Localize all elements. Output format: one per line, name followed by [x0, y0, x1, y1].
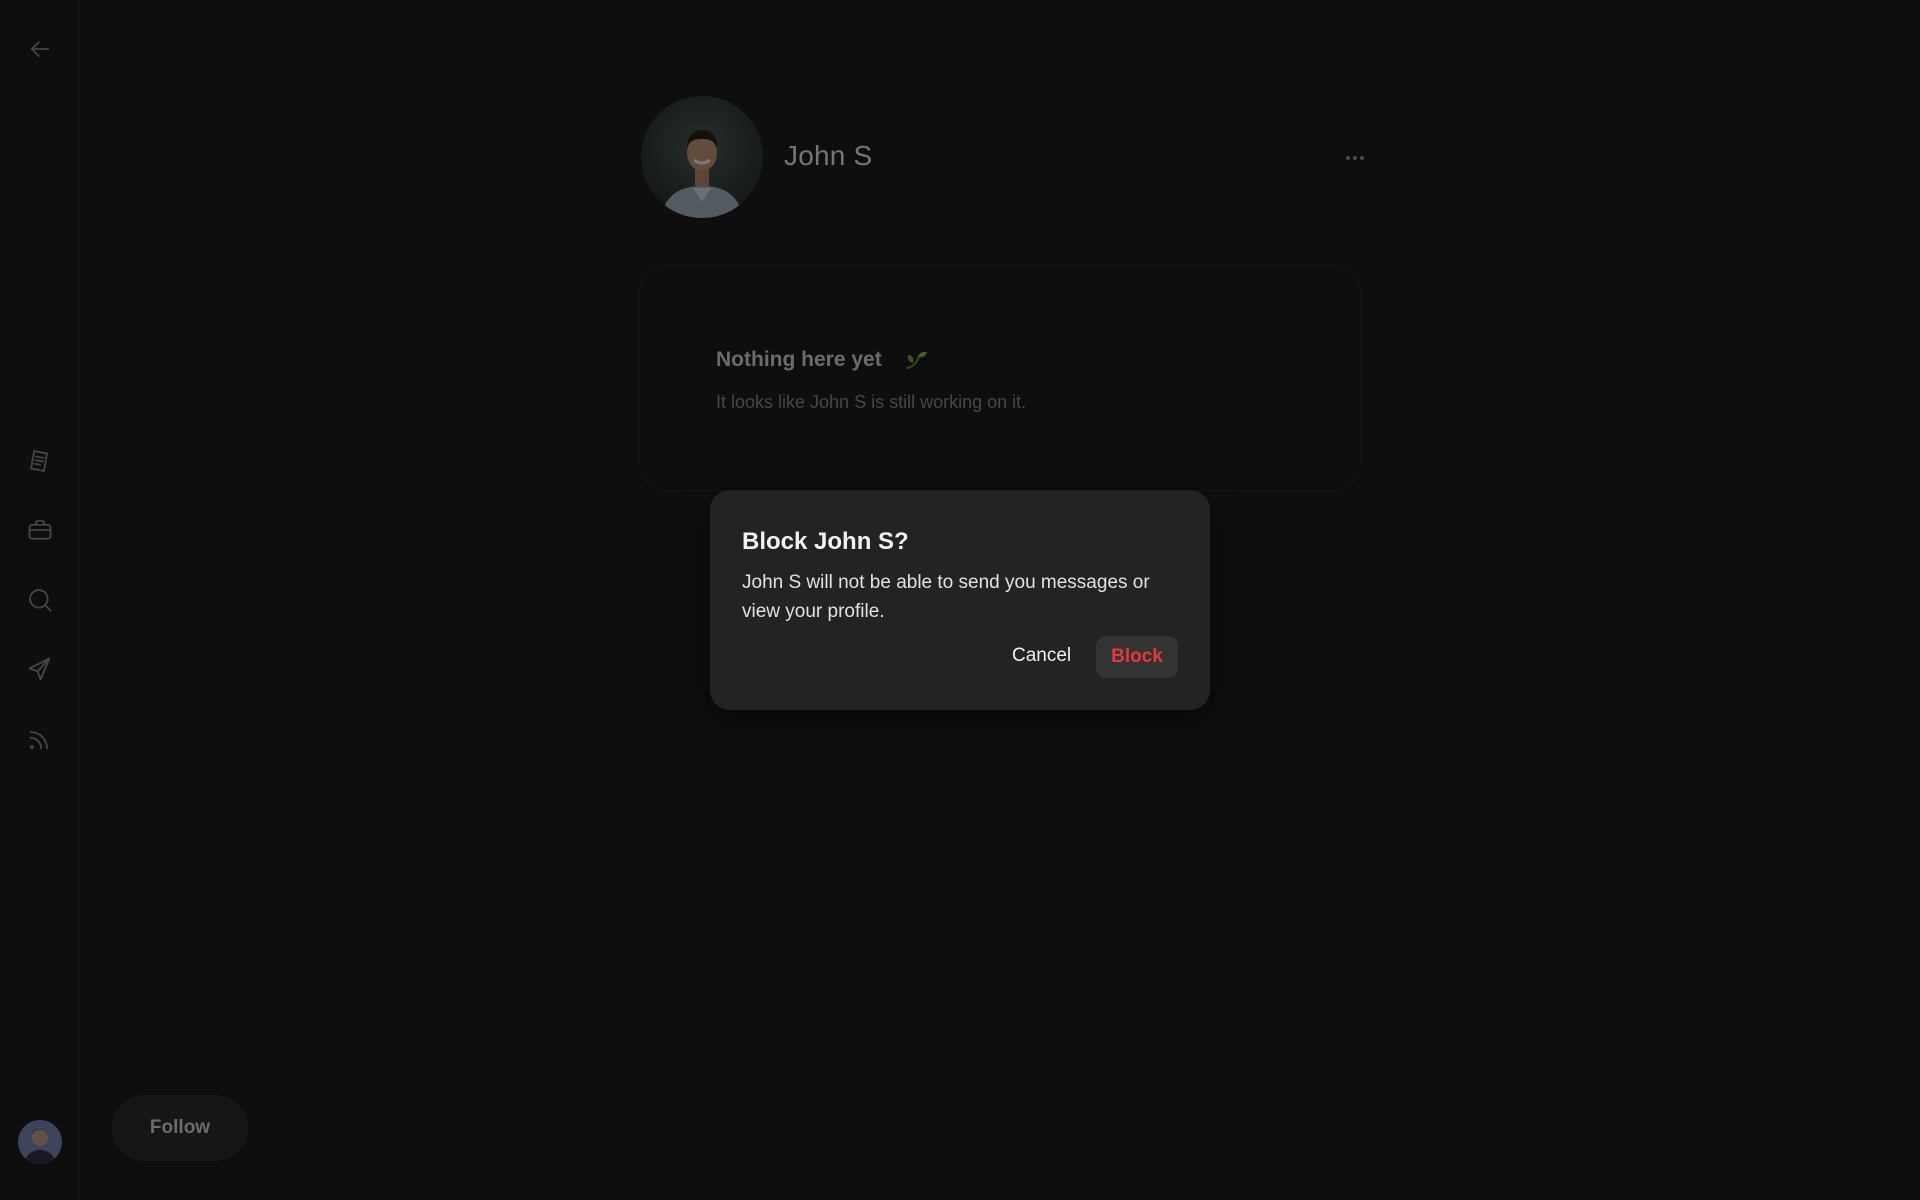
app-window: John S Nothing here yet It looks like Jo… [0, 0, 1920, 1200]
block-user-dialog: Block John S? John S will not be able to… [710, 490, 1210, 710]
cancel-button[interactable]: Cancel [1000, 636, 1083, 676]
block-button[interactable]: Block [1096, 636, 1178, 678]
dialog-body: John S will not be able to send you mess… [742, 572, 1150, 622]
dialog-title: Block John S? [742, 528, 909, 555]
